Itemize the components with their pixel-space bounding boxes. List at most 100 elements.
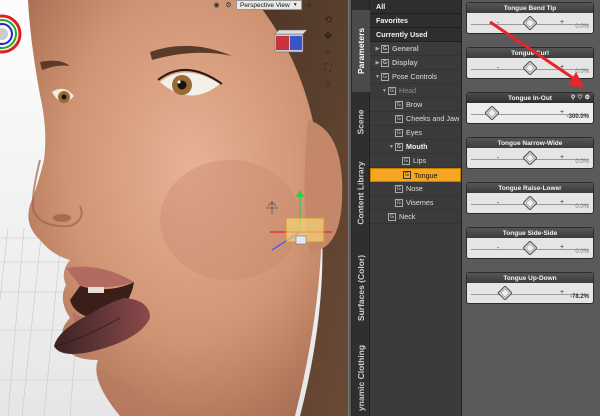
param-card-tongue-narrow-wide[interactable]: Tongue Narrow-Wide - +0.0% xyxy=(466,137,594,169)
param-slider[interactable]: - +0.0% xyxy=(467,193,593,213)
tree-item-label: Display xyxy=(392,58,418,67)
group-icon: G xyxy=(403,171,411,179)
param-name: Tongue Curl xyxy=(511,49,549,57)
camera-select-label: Perspective View xyxy=(240,1,290,9)
viewport-navigation: ⟲ ✥ ⌕ ⛶ ⌂ xyxy=(321,14,335,90)
expand-right-icon[interactable]: ▶ xyxy=(374,60,381,66)
param-name: Tongue Narrow-Wide xyxy=(497,139,563,147)
tree-item-brow[interactable]: G Brow xyxy=(370,98,461,112)
expand-down-icon[interactable]: ▼ xyxy=(381,88,388,94)
tree-item-label: Visemes xyxy=(406,198,434,207)
frame-tool-icon[interactable]: ⛶ xyxy=(322,62,334,74)
param-value[interactable]: 0.0% xyxy=(575,159,589,165)
tree-item-lips[interactable]: G Lips xyxy=(370,154,461,168)
plus-icon: + xyxy=(560,244,565,251)
tab-surfaces[interactable]: Surfaces (Color) xyxy=(352,240,370,336)
tree-item-label: Brow xyxy=(406,100,423,109)
param-card-tongue-in-out[interactable]: Tongue In-Out ⚲♡⚙ -+-300.0% xyxy=(466,92,594,124)
param-value[interactable]: 0.0% xyxy=(575,204,589,210)
param-card-tongue-up-down[interactable]: Tongue Up-Down-+-78.2% xyxy=(466,272,594,304)
tree-item-label: Head xyxy=(399,86,417,95)
expand-down-icon[interactable]: ▼ xyxy=(388,144,395,150)
tree-item-eyes[interactable]: G Eyes xyxy=(370,126,461,140)
rotate-tool-icon[interactable]: ⟲ xyxy=(322,14,334,26)
slider-knob[interactable] xyxy=(523,196,537,210)
expand-down-icon[interactable]: ▼ xyxy=(374,74,381,80)
group-icon: G xyxy=(388,212,396,221)
tab-content-library[interactable]: Content Library xyxy=(352,150,370,236)
minus-icon: - xyxy=(497,245,500,252)
param-card-tongue-bend-tip[interactable]: Tongue Bend Tip - +0.0% xyxy=(466,2,594,34)
minus-icon: - xyxy=(497,65,500,72)
param-value[interactable]: 0.0% xyxy=(575,24,589,30)
link-icon[interactable]: ⚲ xyxy=(571,94,575,101)
zoom-tool-icon[interactable]: ⌕ xyxy=(322,46,334,58)
group-icon: G xyxy=(402,156,410,165)
param-slider[interactable]: - +0.0% xyxy=(467,148,593,168)
param-title: Tongue In-Out ⚲ ♡ ⚙ xyxy=(467,93,593,103)
draw-style-icon[interactable]: ◈ xyxy=(305,1,314,10)
tree-item-mouth[interactable]: ▼ G Mouth xyxy=(370,140,461,154)
tree-item-all[interactable]: All xyxy=(370,0,461,14)
tree-item-favorites[interactable]: Favorites xyxy=(370,14,461,28)
tree-item-head[interactable]: ▼ G Head xyxy=(370,84,461,98)
tree-item-label: Lips xyxy=(413,156,427,165)
param-card-tongue-curl[interactable]: Tongue Curl - +0.0% xyxy=(466,47,594,79)
slider-knob[interactable] xyxy=(497,286,512,300)
param-slider[interactable]: - +0.0% xyxy=(467,58,593,78)
group-icon: G xyxy=(395,128,403,137)
tree-item-currently-used[interactable]: Currently Used xyxy=(370,28,461,42)
param-value[interactable]: 0.0% xyxy=(575,249,589,255)
camera-select[interactable]: Perspective View ▼ xyxy=(236,0,302,10)
group-icon: G xyxy=(395,142,403,151)
tree-item-visemes[interactable]: G Visemes xyxy=(370,196,461,210)
tree-item-neck[interactable]: G Neck xyxy=(370,210,461,224)
param-value[interactable]: 0.0% xyxy=(575,69,589,75)
param-slider[interactable]: -+-78.2% xyxy=(467,283,593,303)
pane-tabs: Parameters Scene Content Library Surface… xyxy=(352,0,370,416)
tab-parameters[interactable]: Parameters xyxy=(352,10,370,92)
param-value[interactable]: -300.0% xyxy=(567,114,589,120)
param-card-tongue-side-side[interactable]: Tongue Side-Side - +0.0% xyxy=(466,227,594,259)
param-slider[interactable]: - +0.0% xyxy=(467,238,593,258)
property-group-tree: All Favorites Currently Used ▶ G General ▶ G… xyxy=(370,0,462,416)
group-icon: G xyxy=(395,114,403,123)
camera-select-icon[interactable]: ◉ xyxy=(212,1,221,10)
group-icon: G xyxy=(388,86,396,95)
expand-right-icon[interactable]: ▶ xyxy=(374,46,381,52)
param-slider[interactable]: - +0.0% xyxy=(467,13,593,33)
tab-scene[interactable]: Scene xyxy=(352,96,370,148)
camera-menu-icon[interactable]: ⚙ xyxy=(224,1,233,10)
tree-item-nose[interactable]: G Nose xyxy=(370,182,461,196)
tree-item-pose-controls[interactable]: ▼ G Pose Controls xyxy=(370,70,461,84)
group-icon: G xyxy=(381,58,389,67)
tree-item-general[interactable]: ▶ G General xyxy=(370,42,461,56)
view-cube[interactable] xyxy=(273,28,308,54)
param-card-tongue-raise-lower[interactable]: Tongue Raise-Lower - +0.0% xyxy=(466,182,594,214)
param-value[interactable]: -78.2% xyxy=(570,294,589,300)
tree-item-label: General xyxy=(392,44,419,53)
tree-item-tongue[interactable]: G Tongue xyxy=(370,168,461,182)
param-title: Tongue Raise-Lower xyxy=(467,183,593,193)
viewport[interactable]: ◉ ⚙ Perspective View ▼ ◈ ⟲ ✥ ⌕ ⛶ ⌂ xyxy=(0,0,348,416)
orientation-ring xyxy=(0,14,22,54)
slider-knob[interactable] xyxy=(523,241,537,255)
group-icon: G xyxy=(381,72,389,81)
pan-tool-icon[interactable]: ✥ xyxy=(322,30,334,42)
plus-icon: + xyxy=(560,109,565,116)
parameter-sliders-panel: Tongue Bend Tip - +0.0% Tongue Curl - +0.0% To… xyxy=(462,0,600,416)
favorite-heart-icon[interactable]: ♡ xyxy=(577,94,582,101)
tree-item-label: Neck xyxy=(399,212,416,221)
slider-knob[interactable] xyxy=(485,106,500,120)
param-slider[interactable]: -+-300.0% xyxy=(467,103,593,123)
gear-icon[interactable]: ⚙ xyxy=(585,94,590,101)
home-tool-icon[interactable]: ⌂ xyxy=(322,78,334,90)
slider-knob[interactable] xyxy=(523,16,537,30)
tree-item-display[interactable]: ▶ G Display xyxy=(370,56,461,70)
tree-item-cheeks-and-jaw[interactable]: G Cheeks and Jaw xyxy=(370,112,461,126)
tree-item-label: Mouth xyxy=(406,142,428,151)
slider-knob[interactable] xyxy=(523,61,537,75)
tab-dynamic-clothing[interactable]: ynamic Clothing xyxy=(352,340,370,416)
group-icon: G xyxy=(395,198,403,207)
slider-knob[interactable] xyxy=(523,151,537,165)
